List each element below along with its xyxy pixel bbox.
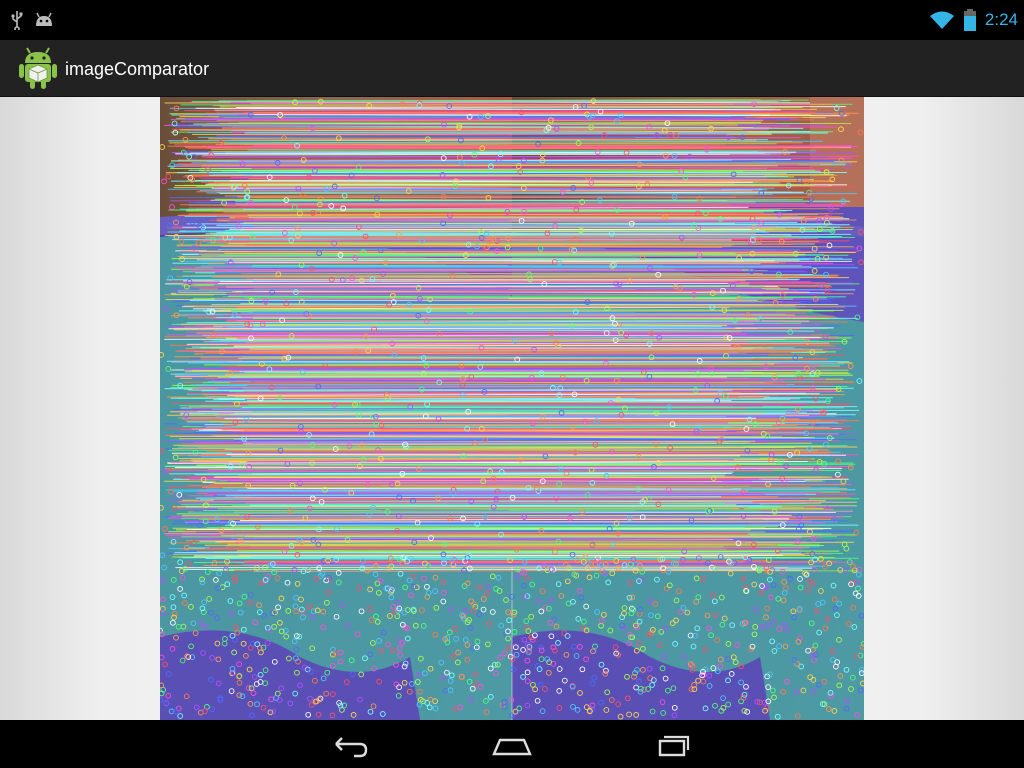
match-line bbox=[249, 504, 779, 507]
match-line bbox=[217, 288, 766, 290]
match-line bbox=[251, 167, 826, 170]
match-line bbox=[239, 513, 773, 516]
match-line bbox=[187, 148, 819, 150]
match-line bbox=[213, 186, 853, 188]
match-line bbox=[166, 360, 850, 363]
status-bar-clock: 2:24 bbox=[984, 10, 1018, 29]
match-line bbox=[174, 552, 802, 554]
match-lines bbox=[163, 99, 860, 573]
feature-match-visualization bbox=[160, 97, 864, 720]
match-line bbox=[184, 368, 808, 371]
match-line bbox=[207, 160, 835, 163]
match-line bbox=[218, 274, 800, 276]
match-line bbox=[223, 315, 835, 317]
status-bar-notifications bbox=[10, 10, 54, 30]
content-area bbox=[0, 97, 1024, 720]
android-app-icon[interactable] bbox=[18, 47, 58, 89]
match-line bbox=[216, 188, 759, 190]
match-line bbox=[196, 190, 763, 193]
navigation-bar bbox=[0, 720, 1024, 768]
match-line bbox=[213, 233, 852, 236]
back-icon[interactable] bbox=[326, 730, 374, 760]
recents-icon[interactable] bbox=[650, 730, 698, 760]
match-line bbox=[201, 389, 733, 392]
match-line bbox=[190, 152, 791, 155]
match-line bbox=[227, 326, 736, 329]
match-line bbox=[229, 220, 760, 222]
match-line bbox=[204, 377, 826, 380]
status-bar: 2:24 bbox=[0, 0, 1024, 40]
match-line bbox=[201, 164, 778, 167]
match-line bbox=[176, 292, 743, 295]
match-line bbox=[201, 155, 859, 158]
battery-icon bbox=[963, 9, 976, 31]
app-title: imageComparator bbox=[65, 59, 210, 79]
android-debug-icon bbox=[36, 12, 52, 26]
match-line bbox=[238, 357, 754, 359]
match-line bbox=[221, 535, 815, 537]
match-line bbox=[236, 337, 837, 340]
status-bar-system: 2:24 bbox=[929, 8, 1018, 32]
match-line bbox=[243, 222, 736, 224]
match-line bbox=[193, 554, 783, 557]
match-image bbox=[160, 97, 864, 720]
wifi-icon bbox=[929, 11, 954, 29]
action-bar: imageComparator bbox=[0, 40, 1024, 97]
usb-icon bbox=[11, 11, 23, 30]
home-icon[interactable] bbox=[488, 730, 536, 760]
match-line bbox=[213, 284, 728, 286]
match-line bbox=[226, 454, 847, 456]
match-line bbox=[166, 278, 800, 281]
match-line bbox=[241, 432, 857, 435]
match-line bbox=[224, 532, 748, 535]
match-line bbox=[234, 412, 786, 415]
match-line bbox=[203, 403, 849, 406]
match-line bbox=[207, 492, 766, 495]
match-line bbox=[239, 371, 753, 373]
